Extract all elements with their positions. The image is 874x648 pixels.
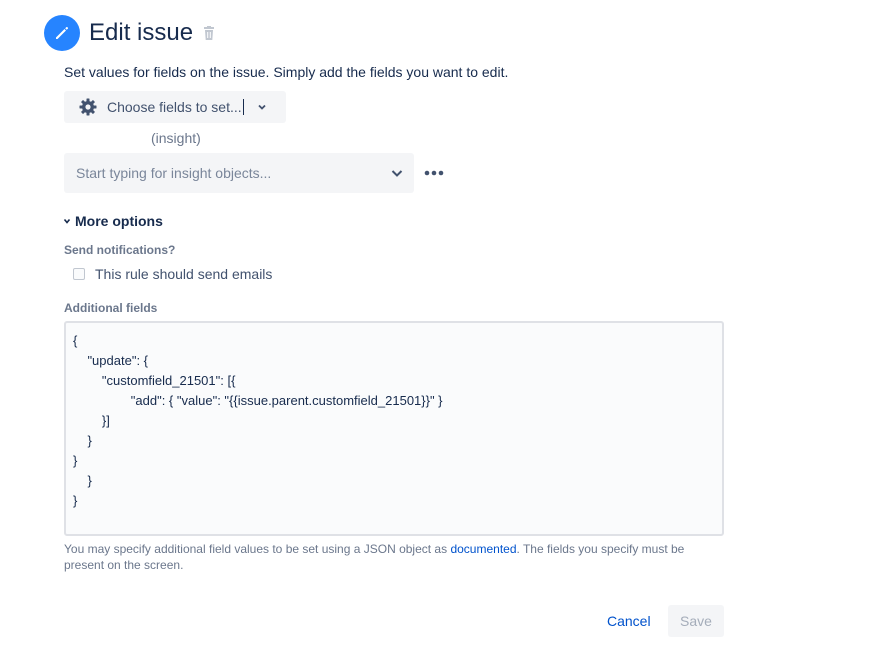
help-text-start: You may specify additional field values … bbox=[64, 542, 451, 556]
pencil-icon bbox=[44, 15, 80, 51]
send-emails-checkbox-row[interactable]: This rule should send emails bbox=[73, 266, 272, 282]
choose-fields-dropdown[interactable]: Choose fields to set... bbox=[64, 91, 286, 123]
documented-link[interactable]: documented bbox=[450, 542, 516, 556]
save-button[interactable]: Save bbox=[668, 605, 724, 637]
insight-object-select[interactable]: Start typing for insight objects... bbox=[64, 153, 414, 193]
send-emails-label: This rule should send emails bbox=[95, 266, 273, 282]
gear-icon bbox=[79, 98, 97, 116]
page-description: Set values for fields on the issue. Simp… bbox=[64, 64, 509, 80]
additional-fields-json-editor[interactable]: { "update": { "customfield_21501": [{ "a… bbox=[64, 321, 724, 536]
text-caret bbox=[242, 99, 244, 115]
chevron-down-icon bbox=[258, 104, 266, 110]
send-emails-checkbox[interactable] bbox=[73, 268, 85, 280]
edit-issue-panel: Edit issue Set values for fields on the … bbox=[0, 0, 874, 648]
more-options-label: More options bbox=[75, 213, 163, 229]
chevron-down-icon bbox=[391, 170, 403, 177]
page-title: Edit issue bbox=[89, 19, 194, 46]
more-options-toggle[interactable]: More options bbox=[63, 213, 163, 229]
additional-fields-label: Additional fields bbox=[64, 301, 158, 315]
additional-fields-help: You may specify additional field values … bbox=[64, 541, 724, 573]
chevron-down-icon bbox=[63, 218, 71, 224]
cancel-button[interactable]: Cancel bbox=[597, 605, 661, 637]
send-notifications-label: Send notifications? bbox=[64, 243, 176, 257]
insight-field-label: (insight) bbox=[151, 130, 201, 146]
choose-fields-label: Choose fields to set... bbox=[107, 99, 242, 115]
insight-placeholder: Start typing for insight objects... bbox=[76, 165, 272, 181]
trash-icon[interactable] bbox=[202, 26, 216, 42]
more-actions-icon[interactable] bbox=[424, 164, 444, 182]
